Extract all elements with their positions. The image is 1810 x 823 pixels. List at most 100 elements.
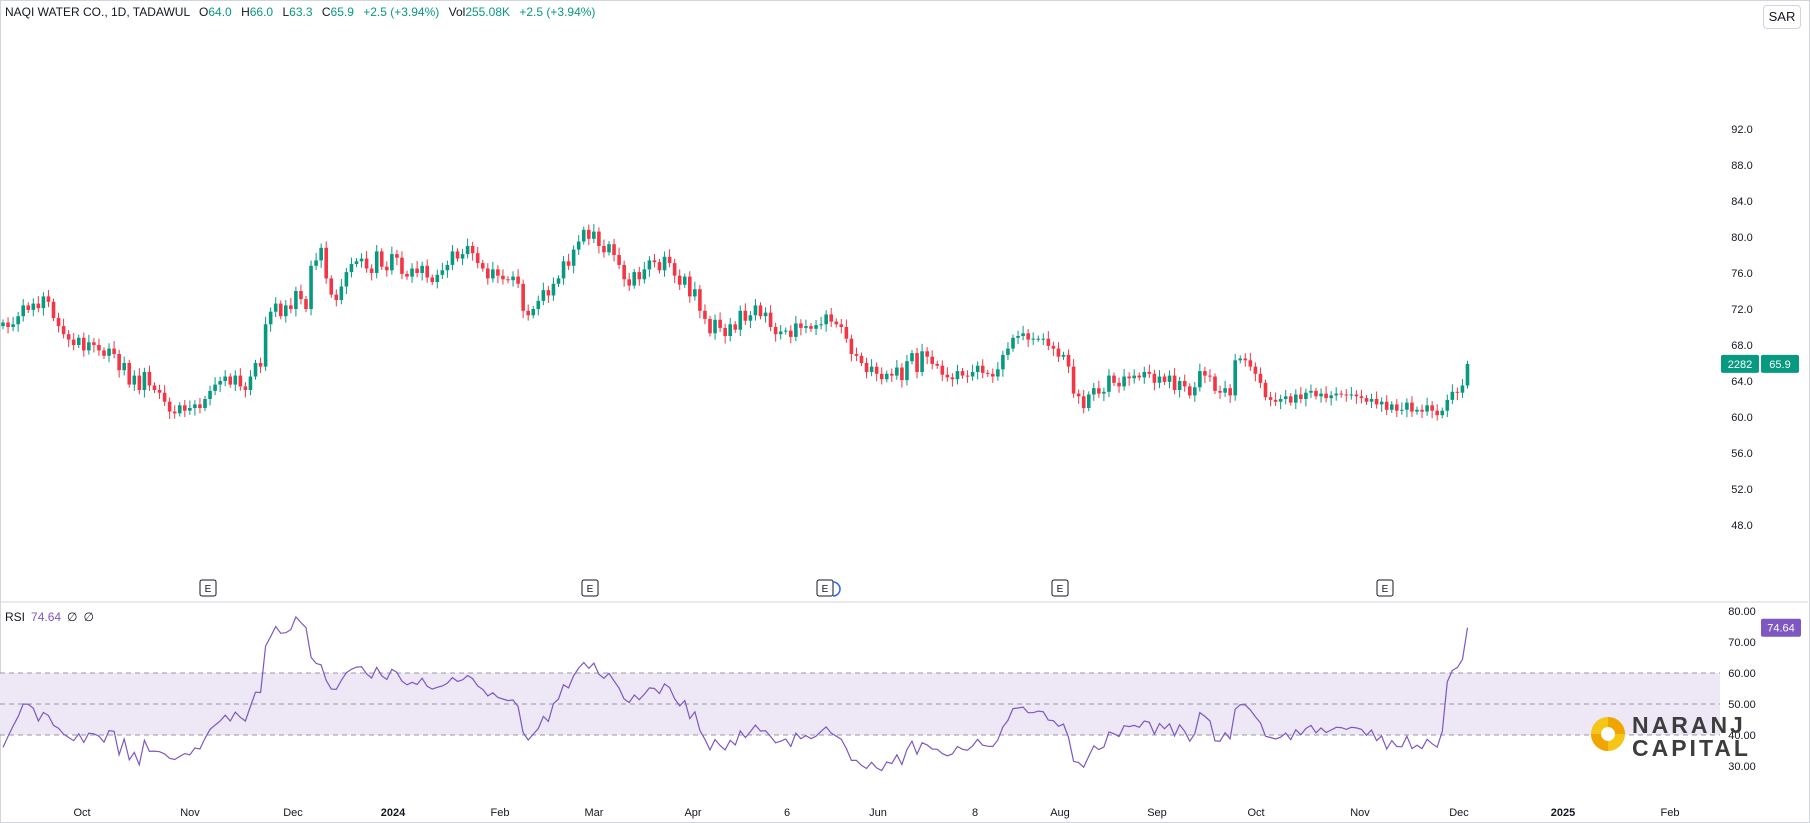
candle-body <box>1450 391 1455 400</box>
vol-value: 255.08K <box>465 5 511 19</box>
candle-body <box>1455 391 1460 393</box>
time-tick-14: Dec <box>1449 807 1469 819</box>
candle-body <box>314 260 318 266</box>
price-tick-1: 88.0 <box>1731 160 1752 172</box>
candle-body <box>172 411 177 414</box>
candle-body <box>1435 410 1439 416</box>
time-tick-4: Feb <box>491 807 510 819</box>
time-tick-11: Sep <box>1147 807 1167 819</box>
candle-body <box>304 299 308 309</box>
symbol-title[interactable]: NAQI WATER CO., 1D, TADAWUL <box>5 5 190 19</box>
candle-body <box>1319 393 1323 397</box>
time-tick-8: Jun <box>869 807 887 819</box>
rsi-legend: RSI 74.64 ∅ ∅ <box>5 610 94 624</box>
candle-body <box>1294 394 1298 403</box>
candle-body <box>794 323 798 337</box>
rsi-value-tag-text: 74.64 <box>1767 623 1795 635</box>
candle-body <box>682 276 687 285</box>
candle-body <box>354 261 359 264</box>
candle-body <box>117 354 121 371</box>
candle-body <box>1309 390 1313 393</box>
candle-body <box>980 365 985 373</box>
rsi-tick-1: 70.00 <box>1728 637 1756 649</box>
candle-body <box>273 303 278 312</box>
candle-body <box>1395 404 1399 411</box>
candle-body <box>1112 375 1116 383</box>
candle-body <box>693 289 697 297</box>
candle-body <box>763 312 768 317</box>
candle-body <box>1384 401 1389 410</box>
last-price-text: 65.9 <box>1769 359 1790 371</box>
candle-body <box>465 246 470 255</box>
close-value: 65.9 <box>330 5 354 19</box>
candle-body <box>228 376 233 385</box>
candle-body <box>839 324 844 327</box>
candle-body <box>1132 375 1136 379</box>
candle-body <box>748 315 753 321</box>
candle-body <box>1334 393 1338 396</box>
high-value: 66.0 <box>249 5 274 19</box>
price-tick-2: 84.0 <box>1731 196 1752 208</box>
currency-button[interactable]: SAR <box>1763 5 1801 29</box>
candle-body <box>738 310 743 330</box>
candle-body <box>1344 394 1349 396</box>
candle-body <box>491 269 495 279</box>
candle-body <box>1152 373 1157 383</box>
candle-body <box>617 255 621 265</box>
candle-body <box>1036 338 1041 340</box>
candle-body <box>516 276 520 284</box>
earnings-marker-label: E <box>205 584 212 595</box>
candle-body <box>824 314 828 325</box>
candle-body <box>6 322 10 327</box>
rsi-label[interactable]: RSI <box>5 610 25 624</box>
candle-body <box>369 268 374 273</box>
vol-change-value: +2.5 (+3.94%) <box>519 5 596 19</box>
candle-body <box>284 305 288 317</box>
candle-body <box>1167 375 1172 382</box>
candle-body <box>1238 358 1243 361</box>
price-tick-11: 48.0 <box>1731 520 1752 532</box>
candle-body <box>1410 402 1414 412</box>
candle-body <box>390 254 394 271</box>
candle-body <box>188 408 192 411</box>
candle-body <box>592 231 596 239</box>
candle-body <box>657 262 662 271</box>
candle-body <box>773 327 778 335</box>
candle-body <box>587 229 591 239</box>
candle-body <box>132 375 137 385</box>
candle-body <box>475 253 480 264</box>
time-tick-16: Feb <box>1661 807 1680 819</box>
candle-body <box>970 372 975 377</box>
candle-body <box>819 324 823 326</box>
candle-body <box>329 278 334 295</box>
candle-body <box>455 251 460 259</box>
candle-body <box>728 324 732 336</box>
change-value: +2.5 (+3.94%) <box>363 5 440 19</box>
candle-body <box>1021 333 1025 336</box>
candle-body <box>834 321 839 325</box>
candle-body <box>804 326 808 328</box>
candle-body <box>243 386 248 390</box>
candle-body <box>107 348 111 356</box>
candle-body <box>985 372 990 374</box>
candle-body <box>253 363 258 377</box>
candle-body <box>1041 338 1046 340</box>
candle-body <box>521 283 525 311</box>
candle-body <box>248 376 253 390</box>
candle-body <box>1364 398 1369 402</box>
candle-body <box>551 283 556 296</box>
candle-body <box>1268 397 1273 400</box>
candle-body <box>864 363 869 372</box>
candle-body <box>364 258 369 269</box>
candle-body <box>152 385 157 390</box>
price-tick-9: 56.0 <box>1731 448 1752 460</box>
candle-body <box>1016 336 1020 338</box>
candle-body <box>758 305 763 317</box>
candle-body <box>768 312 773 327</box>
candle-body <box>1001 354 1005 370</box>
chart-canvas[interactable]: 92.0 88.0 84.0 80.0 76.0 72.0 68.0 64.0 60.0 56.0… <box>0 0 1810 823</box>
open-label: O <box>199 5 209 19</box>
candle-body <box>46 296 51 302</box>
candle-body <box>753 305 758 316</box>
candle-body <box>1056 348 1061 357</box>
